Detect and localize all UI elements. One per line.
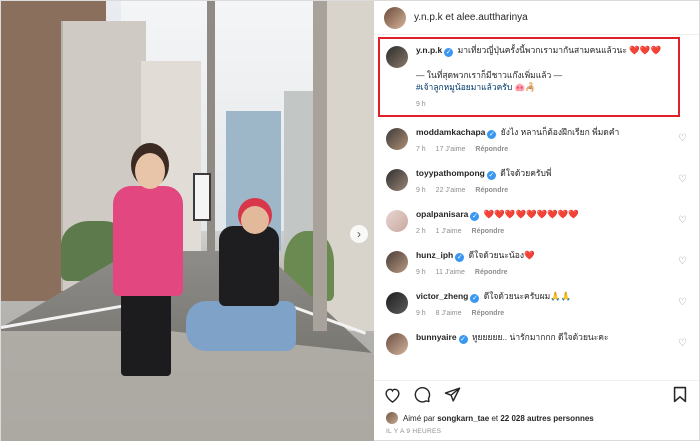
avatar[interactable] bbox=[385, 128, 408, 150]
verified-badge-icon: ✓ bbox=[486, 171, 496, 180]
heart-icon[interactable]: ♡ bbox=[678, 133, 687, 144]
avatar[interactable] bbox=[385, 292, 408, 314]
comment-text: ดีใจด้วยนะน้อง❤️ bbox=[468, 250, 535, 260]
comment-item: bunnyaire ✓ หูยยยยย.. น่ารักมากกก ดีใจด้ว… bbox=[385, 326, 687, 367]
comment-username[interactable]: moddamkachapa bbox=[416, 127, 485, 137]
comment-likes[interactable]: 22 J'aime bbox=[436, 187, 466, 194]
comment-likes[interactable]: 1 J'aime bbox=[436, 228, 462, 235]
comment-username[interactable]: hunz_iph bbox=[416, 250, 453, 260]
instagram-post-window: › y.n.p.k et alee.auttharinya y.n.p.k ✓ ม… bbox=[0, 0, 700, 441]
heart-icon[interactable]: ♡ bbox=[678, 297, 687, 308]
comment-time: 7 h bbox=[415, 146, 426, 153]
post-photo[interactable]: › bbox=[1, 1, 374, 441]
comment-text: ดีใจด้วยนะครับผม🙏🙏 bbox=[483, 291, 572, 301]
comment-likes[interactable]: 11 J'aime bbox=[436, 269, 465, 276]
comment-likes[interactable]: 17 J'aime bbox=[436, 146, 466, 153]
comment-time: 2 h bbox=[415, 228, 426, 235]
comment-time: 9 h bbox=[415, 187, 426, 194]
verified-badge-icon: ✓ bbox=[487, 130, 497, 139]
carousel-next-button[interactable]: › bbox=[350, 225, 368, 243]
avatar[interactable] bbox=[383, 6, 406, 29]
photo-ultrasound-strip bbox=[193, 173, 211, 221]
reply-button[interactable]: Répondre bbox=[472, 228, 505, 235]
comment-item: opalpanisara ✓ ❤️❤️❤️❤️❤️❤️❤️❤️❤️ 2 h 1 J'… bbox=[385, 203, 687, 244]
heart-icon[interactable]: ♡ bbox=[678, 338, 687, 349]
verified-badge-icon: ✓ bbox=[458, 335, 468, 344]
photo-woman bbox=[121, 291, 171, 376]
heart-icon[interactable]: ♡ bbox=[678, 256, 687, 267]
photo-woman-head bbox=[135, 153, 165, 189]
likes-prefix: Aimé par bbox=[402, 413, 435, 423]
comment-item: moddamkachapa ✓ ยังไง หลานก็ต้องฝึกเรียก … bbox=[385, 121, 687, 162]
post-details-panel: y.n.p.k et alee.auttharinya y.n.p.k ✓ มาเ… bbox=[373, 1, 699, 441]
bookmark-icon[interactable] bbox=[671, 386, 689, 404]
verified-badge-icon: ✓ bbox=[470, 294, 480, 303]
post-authors[interactable]: y.n.p.k et alee.auttharinya bbox=[414, 12, 528, 23]
photo-utility-pole bbox=[313, 1, 327, 331]
avatar[interactable] bbox=[385, 169, 408, 191]
avatar[interactable] bbox=[385, 251, 408, 273]
comment-text: ยังไง หลานก็ต้องฝึกเรียก พี่มดคำ bbox=[500, 127, 620, 137]
photo-man-jacket bbox=[219, 226, 279, 306]
avatar[interactable] bbox=[385, 333, 408, 355]
comment-likes[interactable]: 8 J'aime bbox=[436, 310, 462, 317]
avatar[interactable] bbox=[385, 210, 408, 232]
comment-item: hunz_iph ✓ ดีใจด้วยนะน้อง❤️ 9 h 11 J'aime R… bbox=[385, 244, 687, 285]
reply-button[interactable]: Répondre bbox=[475, 187, 508, 194]
reply-button[interactable]: Répondre bbox=[475, 269, 508, 276]
post-timestamp: IL Y A 9 HEURES bbox=[385, 428, 442, 435]
comment-username[interactable]: toyypathompong bbox=[416, 168, 485, 178]
comment-username[interactable]: victor_zheng bbox=[416, 291, 468, 301]
comment-icon[interactable] bbox=[414, 386, 432, 404]
likes-summary: Aimé par songkarn_tae et 22 028 autres p… bbox=[374, 408, 699, 428]
verified-badge-icon: ✓ bbox=[455, 253, 465, 262]
chevron-right-icon: › bbox=[357, 227, 361, 241]
photo-woman-coat bbox=[113, 186, 183, 296]
photo-sidewalk bbox=[1, 331, 374, 441]
post-actions-bar bbox=[373, 380, 699, 408]
reply-button[interactable]: Répondre bbox=[472, 310, 505, 317]
reply-button[interactable]: Répondre bbox=[475, 146, 508, 153]
photo-man-head bbox=[241, 206, 269, 234]
comment-text: ดีใจด้วยครับพี่ bbox=[500, 168, 552, 178]
verified-badge-icon: ✓ bbox=[470, 212, 480, 221]
comment-username[interactable]: opalpanisara bbox=[416, 209, 468, 219]
caption-highlight-box bbox=[377, 37, 680, 117]
post-header: y.n.p.k et alee.auttharinya bbox=[373, 1, 699, 35]
heart-icon[interactable]: ♡ bbox=[678, 174, 687, 185]
likes-user[interactable]: songkarn_tae bbox=[437, 414, 489, 423]
comment-item: victor_zheng ✓ ดีใจด้วยนะครับผม🙏🙏 9 h 8 J'… bbox=[385, 285, 687, 326]
comments-list[interactable]: moddamkachapa ✓ ยังไง หลานก็ต้องฝึกเรียก … bbox=[374, 121, 699, 380]
avatar[interactable] bbox=[385, 412, 398, 424]
likes-others[interactable]: 22 028 autres personnes bbox=[500, 414, 593, 423]
share-icon[interactable] bbox=[444, 386, 462, 404]
comment-item: toyypathompong ✓ ดีใจด้วยครับพี่ 9 h 22 J'… bbox=[385, 162, 687, 203]
likes-connector: et bbox=[491, 413, 499, 423]
comment-text: ❤️❤️❤️❤️❤️❤️❤️❤️❤️ bbox=[483, 209, 580, 219]
comment-time: 9 h bbox=[415, 269, 426, 276]
heart-icon[interactable]: ♡ bbox=[678, 215, 687, 226]
heart-icon[interactable] bbox=[384, 386, 402, 404]
comment-text: หูยยยยย.. น่ารักมากกก ดีใจด้วยนะคะ bbox=[471, 332, 609, 342]
comment-time: 9 h bbox=[415, 310, 426, 317]
photo-man bbox=[186, 301, 296, 351]
comment-username[interactable]: bunnyaire bbox=[416, 332, 457, 342]
